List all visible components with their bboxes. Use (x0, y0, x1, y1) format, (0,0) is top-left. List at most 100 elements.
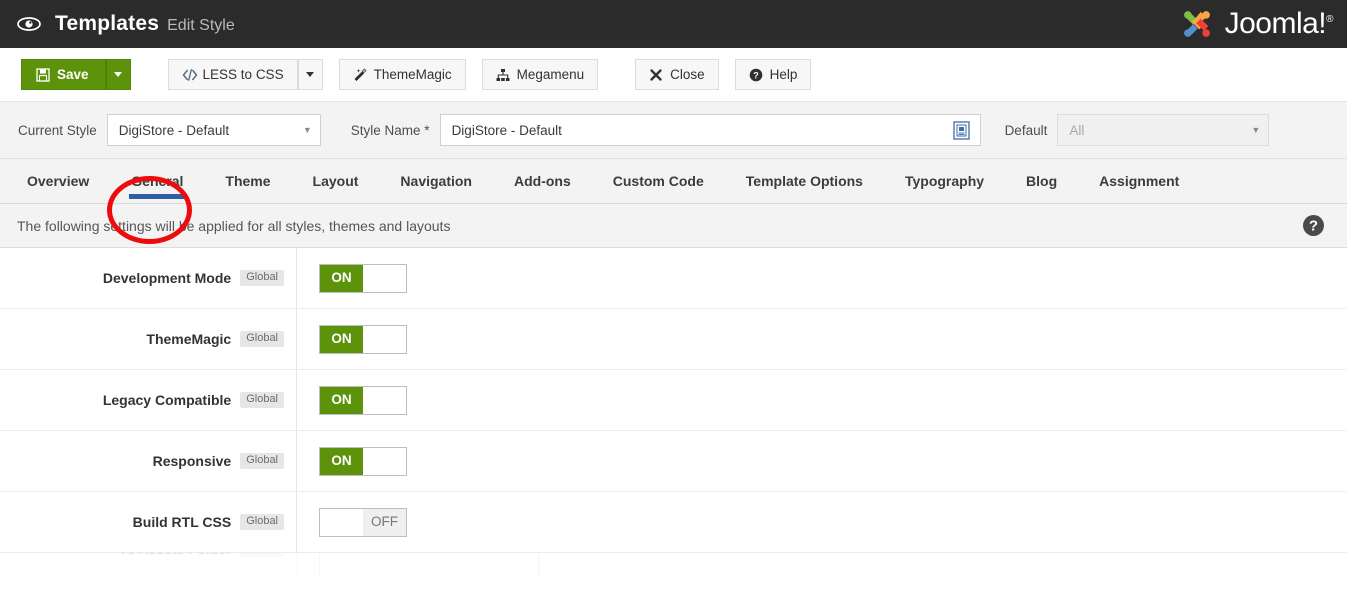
default-label: Default (1005, 123, 1048, 138)
brand-name: Joomla! (1225, 7, 1327, 40)
setting-label-group: Responsive Global (0, 431, 297, 491)
page-title: TemplatesEdit Style (55, 12, 235, 36)
setting-control: ON (297, 386, 407, 415)
toolbar: Save LESS to CSS (0, 48, 1347, 102)
global-badge: Global (240, 331, 284, 347)
save-dropdown-button[interactable] (106, 59, 131, 90)
setting-control: ON (297, 264, 407, 293)
setting-control (297, 553, 539, 577)
question-circle-icon[interactable]: ? (1302, 214, 1325, 237)
tab-assignment[interactable]: Assignment (1078, 159, 1200, 203)
toggle-thememagic[interactable]: ON (319, 325, 407, 354)
thememagic-label: ThemeMagic (374, 68, 452, 82)
setting-row-t3-assets-folder: T3 Assets Folder Global (0, 553, 1347, 577)
global-badge: Global (240, 514, 284, 530)
tab-label: General (131, 173, 183, 189)
setting-label: Responsive (153, 453, 232, 469)
setting-control: ON (297, 325, 407, 354)
question-circle-icon: ? (749, 68, 763, 82)
help-button[interactable]: ? Help (735, 59, 812, 90)
global-badge: Global (240, 270, 284, 286)
toggle-responsive[interactable]: ON (319, 447, 407, 476)
settings-list: Development Mode Global ON ThemeMagic Gl… (0, 248, 1347, 577)
close-label: Close (670, 68, 705, 82)
tab-label: Navigation (400, 173, 472, 189)
tab-label: Layout (313, 173, 359, 189)
caret-down-icon (114, 72, 122, 77)
less-to-css-button[interactable]: LESS to CSS (168, 59, 298, 90)
code-icon (182, 68, 196, 82)
toggle-knob (363, 387, 406, 414)
tab-custom-code[interactable]: Custom Code (592, 159, 725, 203)
current-style-select[interactable]: DigiStore - Default ▼ (107, 114, 321, 146)
default-select[interactable]: All ▼ (1057, 114, 1269, 146)
setting-label-group: ThemeMagic Global (0, 309, 297, 369)
tab-label: Custom Code (613, 173, 704, 189)
setting-label-group: T3 Assets Folder Global (0, 553, 297, 577)
style-name-value: DigiStore - Default (452, 123, 953, 138)
global-badge: Global (240, 392, 284, 408)
toggle-build-rtl-css[interactable]: OFF (319, 508, 407, 537)
magic-wand-icon (353, 68, 367, 82)
tab-label: Overview (27, 173, 89, 189)
style-bar: Current Style DigiStore - Default ▼ Styl… (0, 102, 1347, 159)
tab-layout[interactable]: Layout (292, 159, 380, 203)
t3-assets-folder-input[interactable] (319, 553, 539, 577)
style-name-label: Style Name * (351, 123, 430, 138)
close-button-group: Close (635, 59, 719, 90)
svg-text:?: ? (1309, 218, 1318, 235)
megamenu-label: Megamenu (517, 68, 585, 82)
thememagic-button[interactable]: ThemeMagic (339, 59, 466, 90)
save-button[interactable]: Save (21, 59, 106, 90)
tab-general[interactable]: General (110, 159, 204, 203)
setting-label: T3 Assets Folder (119, 553, 231, 557)
tab-blog[interactable]: Blog (1005, 159, 1078, 203)
page-title-main: Templates (55, 12, 159, 35)
joomla-logo-icon (1178, 5, 1216, 43)
tab-typography[interactable]: Typography (884, 159, 1005, 203)
setting-label: Build RTL CSS (133, 514, 232, 530)
toggle-legacy-compatible[interactable]: ON (319, 386, 407, 415)
less-to-css-dropdown-button[interactable] (298, 59, 323, 90)
setting-label: Legacy Compatible (103, 392, 231, 408)
x-icon (649, 68, 663, 82)
floppy-disk-icon (36, 68, 50, 82)
tab-template-options[interactable]: Template Options (725, 159, 884, 203)
current-style-value: DigiStore - Default (119, 123, 229, 138)
joomla-brand: Joomla!® (1178, 5, 1333, 43)
svg-text:?: ? (753, 70, 759, 80)
tab-label: Add-ons (514, 173, 571, 189)
tab-label: Assignment (1099, 173, 1179, 189)
tab-add-ons[interactable]: Add-ons (493, 159, 592, 203)
tab-bar: Overview General Theme Layout Navigation… (0, 159, 1347, 204)
tab-label: Template Options (746, 173, 863, 189)
tab-navigation[interactable]: Navigation (379, 159, 493, 203)
megamenu-button[interactable]: Megamenu (482, 59, 599, 90)
tab-theme[interactable]: Theme (204, 159, 291, 203)
style-name-input[interactable]: DigiStore - Default (440, 114, 981, 146)
tab-overview[interactable]: Overview (6, 159, 110, 203)
tab-label: Typography (905, 173, 984, 189)
toggle-knob (363, 326, 406, 353)
settings-notice: The following settings will be applied f… (0, 204, 1347, 248)
setting-label-group: Development Mode Global (0, 248, 297, 308)
tab-label: Theme (225, 173, 270, 189)
app-header: TemplatesEdit Style Joomla!® (0, 0, 1347, 48)
setting-control: ON (297, 447, 407, 476)
tab-label: Blog (1026, 173, 1057, 189)
toggle-knob (363, 265, 406, 292)
eye-icon[interactable] (16, 11, 42, 37)
setting-control: OFF (297, 508, 407, 537)
joomla-wordmark: Joomla!® (1225, 7, 1333, 41)
language-switch-icon[interactable] (953, 121, 970, 140)
toggle-on-label: ON (320, 387, 363, 414)
toggle-development-mode[interactable]: ON (319, 264, 407, 293)
help-button-group: ? Help (735, 59, 812, 90)
close-button[interactable]: Close (635, 59, 719, 90)
thememagic-button-group: ThemeMagic (339, 59, 466, 90)
chevron-down-icon: ▼ (303, 126, 312, 135)
megamenu-button-group: Megamenu (482, 59, 599, 90)
setting-label: ThemeMagic (146, 331, 231, 347)
current-style-label: Current Style (18, 123, 97, 138)
global-badge: Global (240, 553, 284, 557)
